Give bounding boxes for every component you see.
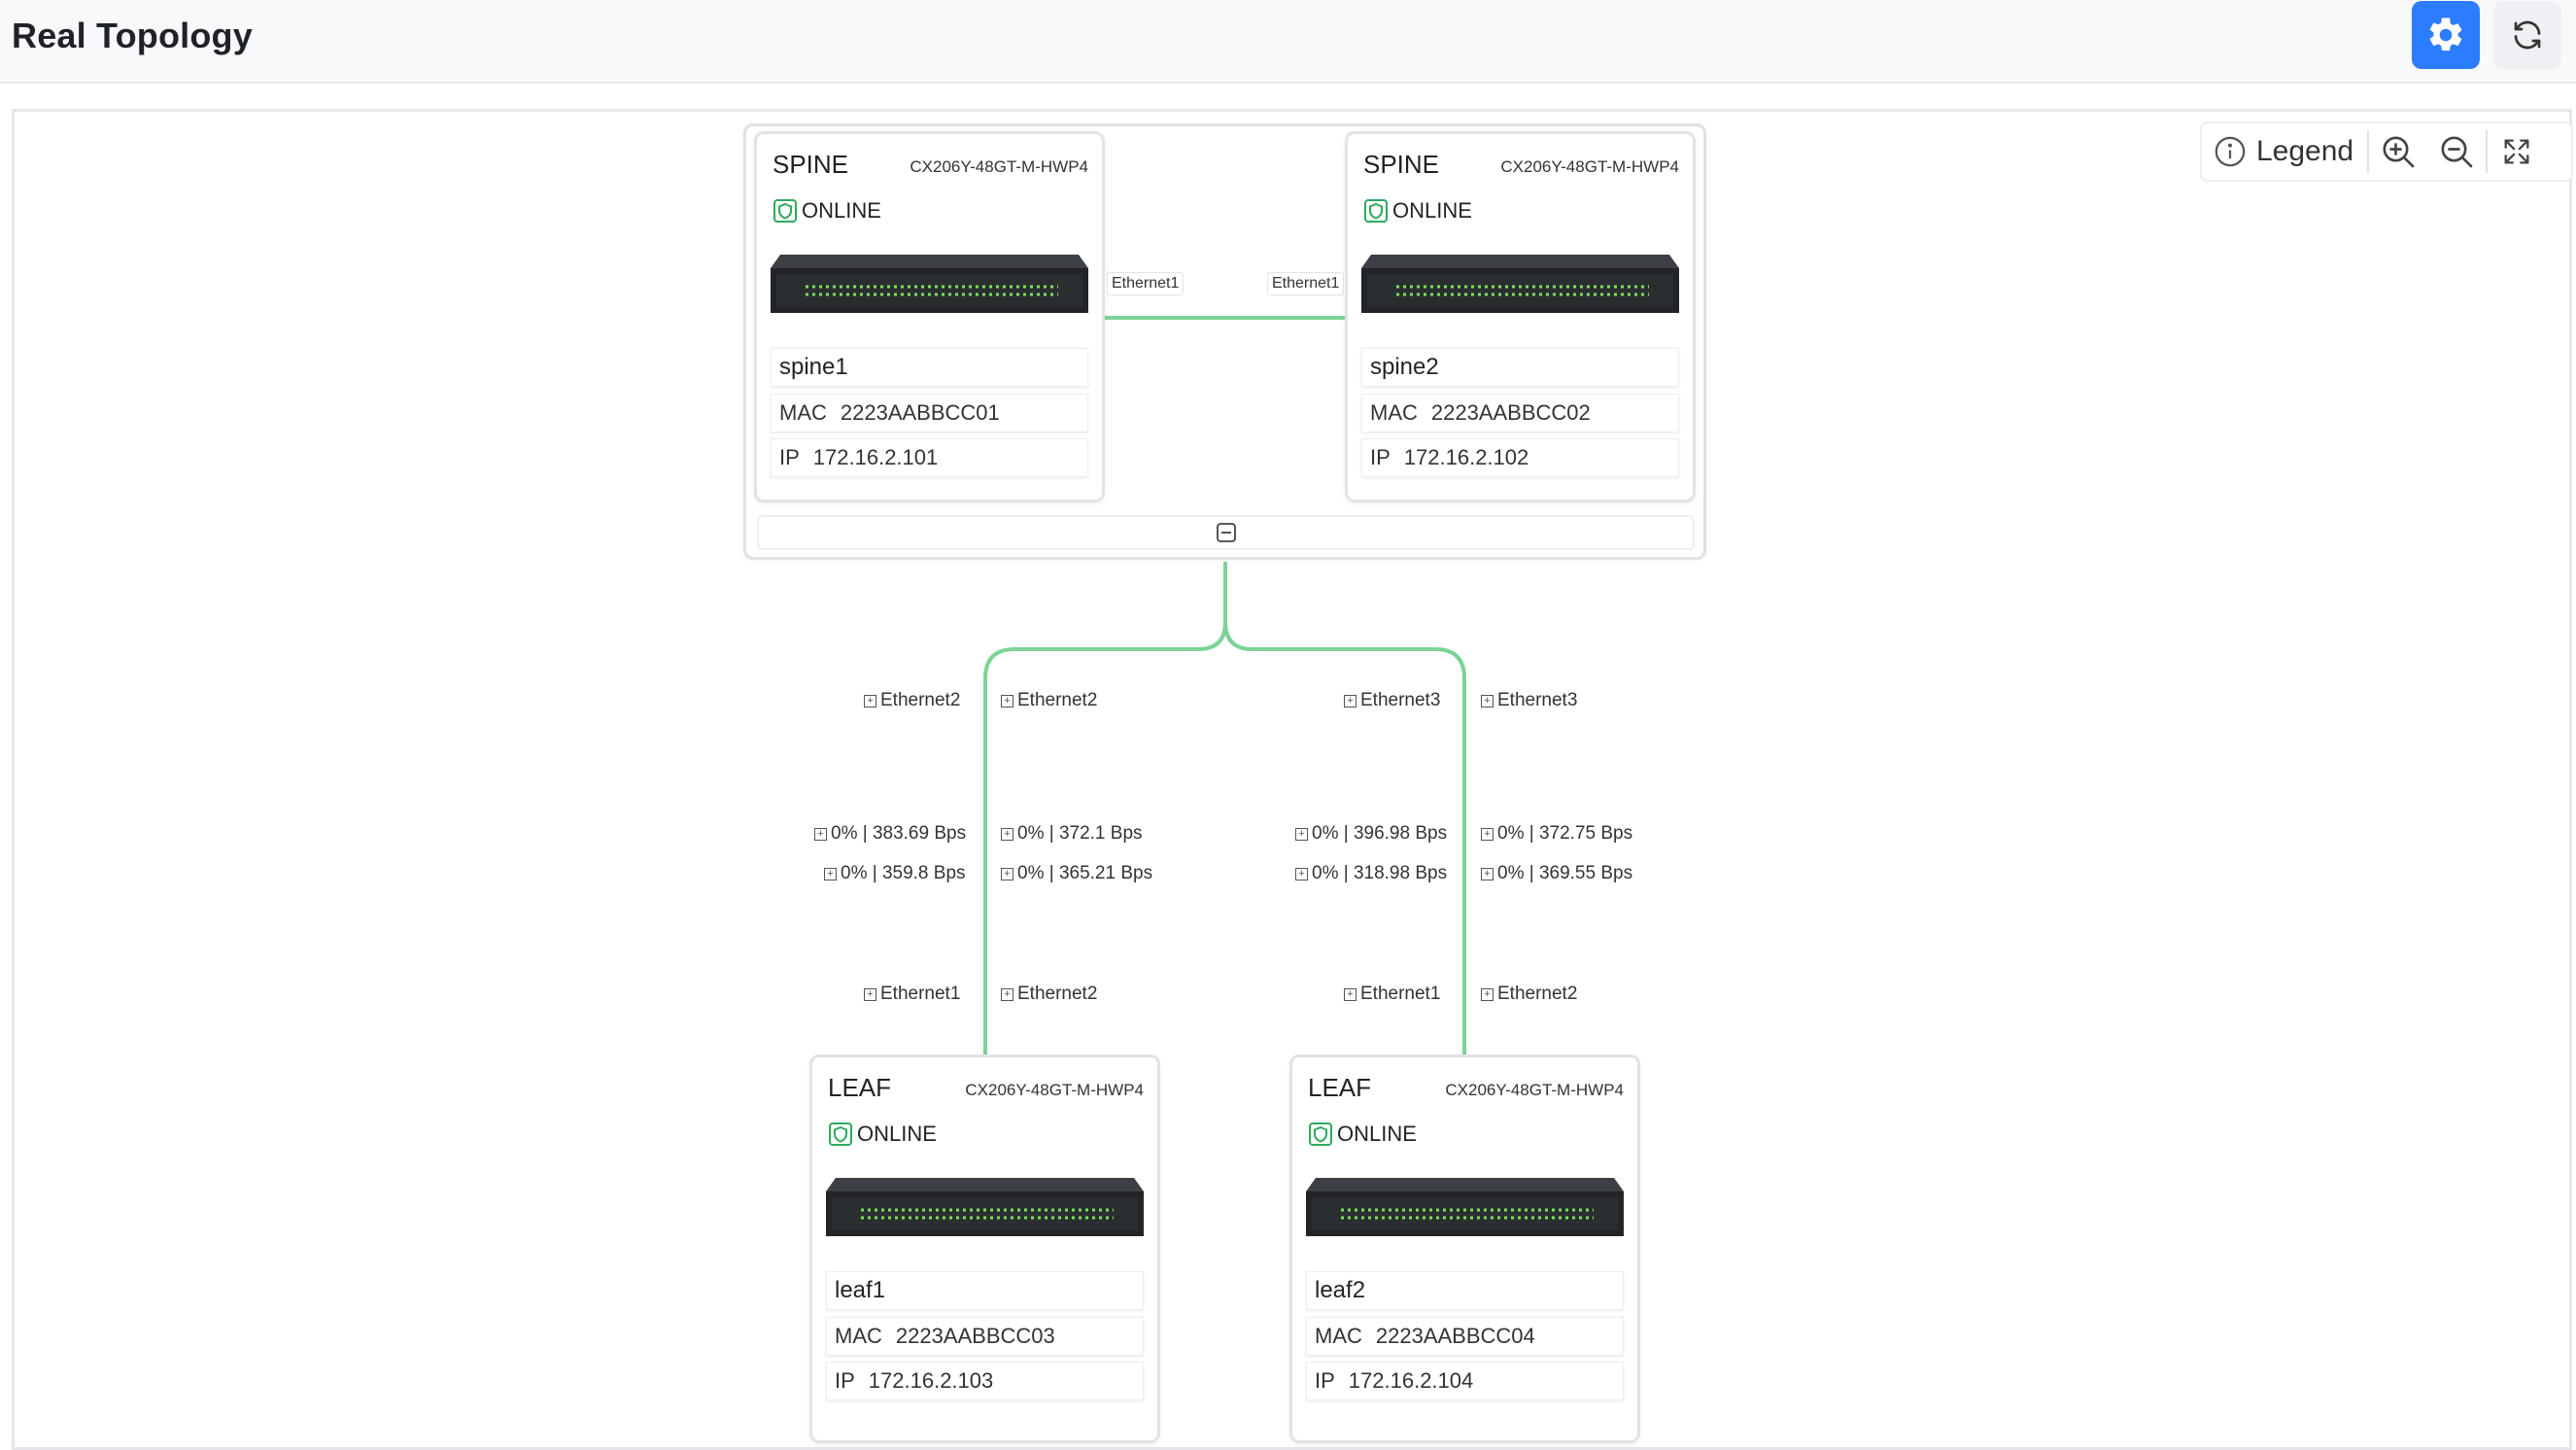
status-text: ONLINE [1337,1122,1417,1146]
port-label: + Ethernet2 [864,688,961,713]
switch-icon [1306,1178,1624,1236]
expand-icon: + [1481,987,1494,1001]
device-card-leaf1[interactable]: LEAF CX206Y-48GT-M-HWP4 ONLINE leaf1 MAC… [809,1054,1160,1443]
device-card-leaf2[interactable]: LEAF CX206Y-48GT-M-HWP4 ONLINE leaf2 MAC… [1289,1054,1640,1443]
expand-icon: + [814,827,827,841]
traffic-stat: +0% | 383.69 Bps [814,821,967,846]
expand-icon: + [824,867,837,880]
device-card-spine1[interactable]: SPINE CX206Y-48GT-M-HWP4 ONLINE spine1 M… [754,131,1105,502]
expand-icon: + [1001,694,1013,708]
traffic-stat: +0% | 359.8 Bps [824,861,966,886]
port-label: + Ethernet2 [1001,688,1098,713]
expand-icon: + [1344,987,1357,1001]
shield-check-icon [1309,1122,1332,1146]
device-mac-field: MAC 2223AABBCC04 [1306,1317,1624,1356]
switch-image [1306,1178,1624,1236]
traffic-stat: +0% | 372.1 Bps [1001,821,1143,846]
port-label: Ethernet1 [1107,272,1185,295]
leaf1-uplink [983,562,1227,1054]
device-ip-field: IP 172.16.2.101 [771,438,1088,477]
status-text: ONLINE [857,1122,937,1146]
device-ip-field: IP 172.16.2.104 [1306,1362,1624,1400]
device-mac-field: MAC 2223AABBCC01 [771,394,1088,432]
device-ip-field: IP 172.16.2.103 [826,1362,1144,1400]
port-label: Ethernet1 [1267,272,1345,295]
expand-icon: + [1344,694,1357,708]
shield-check-icon [773,199,797,223]
status-text: ONLINE [802,198,881,223]
device-name-field: leaf2 [1306,1271,1624,1310]
device-model: CX206Y-48GT-M-HWP4 [910,157,1088,176]
port-label: + Ethernet2 [1001,982,1098,1007]
traffic-stat: +0% | 396.98 Bps [1295,821,1448,846]
status-badge: ONLINE [1308,1122,1417,1147]
traffic-stat: +0% | 365.21 Bps [1001,861,1153,886]
expand-icon: + [1001,987,1013,1001]
expand-icon: + [1481,867,1494,880]
link-lines [983,316,1466,1054]
device-model: CX206Y-48GT-M-HWP4 [965,1081,1144,1099]
device-mac-field: MAC 2223AABBCC02 [1361,394,1679,432]
switch-image [826,1178,1144,1236]
port-label: + Ethernet3 [1481,688,1578,713]
expand-icon: + [864,694,876,708]
switch-icon [1361,255,1679,313]
device-model: CX206Y-48GT-M-HWP4 [1500,157,1679,176]
leaf2-uplink [1223,562,1466,1054]
switch-icon [771,255,1088,313]
switch-icon [826,1178,1144,1236]
device-role: LEAF [1308,1073,1372,1102]
device-role: SPINE [1363,150,1440,179]
port-label: + Ethernet2 [1481,982,1578,1007]
traffic-stat: +0% | 372.75 Bps [1481,821,1633,846]
status-badge: ONLINE [828,1122,937,1147]
device-mac-field: MAC 2223AABBCC03 [826,1317,1144,1356]
expand-icon: + [864,987,876,1001]
status-text: ONLINE [1392,198,1472,223]
device-ip-field: IP 172.16.2.102 [1361,438,1679,477]
device-role: LEAF [828,1073,892,1102]
switch-image [771,255,1088,313]
device-model: CX206Y-48GT-M-HWP4 [1445,1081,1624,1099]
expand-icon: + [1481,827,1494,841]
device-card-spine2[interactable]: SPINE CX206Y-48GT-M-HWP4 ONLINE spine2 M… [1345,131,1696,502]
traffic-stat: +0% | 318.98 Bps [1295,861,1448,886]
expand-icon: + [1481,694,1494,708]
shield-check-icon [1364,199,1388,223]
device-name-field: leaf1 [826,1271,1144,1310]
status-badge: ONLINE [773,198,881,224]
switch-image [1361,255,1679,313]
expand-icon: + [1001,827,1013,841]
status-badge: ONLINE [1363,198,1472,224]
expand-icon: + [1001,867,1013,880]
port-label: + Ethernet1 [864,982,961,1007]
device-name-field: spine2 [1361,348,1679,387]
expand-icon: + [1295,867,1308,880]
device-role: SPINE [773,150,849,179]
traffic-stat: +0% | 369.55 Bps [1481,861,1633,886]
port-label: + Ethernet3 [1344,688,1441,713]
expand-icon: + [1295,827,1308,841]
port-label: + Ethernet1 [1344,982,1441,1007]
device-name-field: spine1 [771,348,1088,387]
shield-check-icon [829,1122,852,1146]
